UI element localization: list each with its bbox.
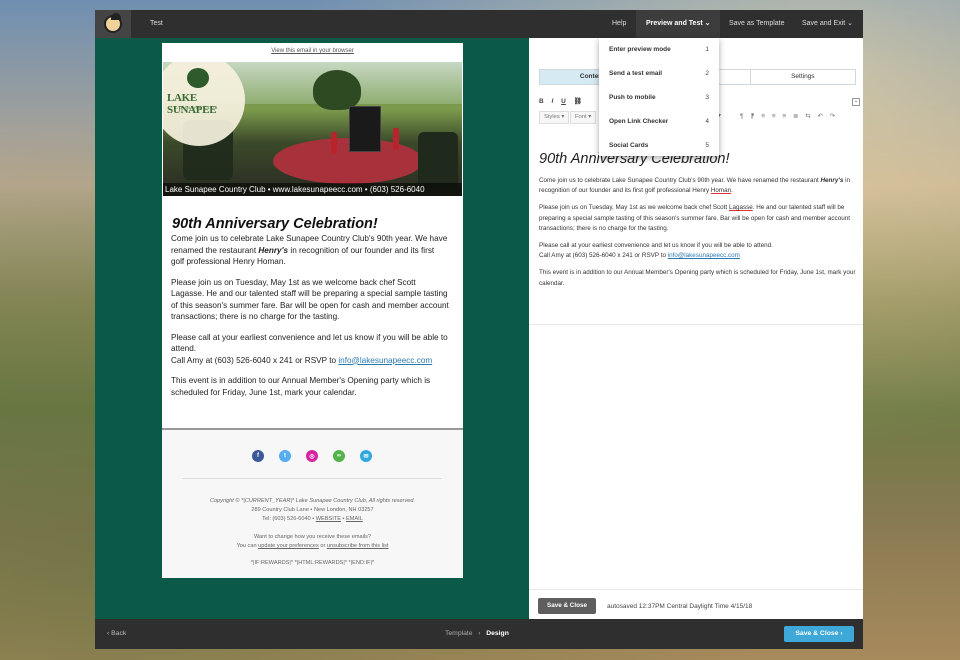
chevron-down-icon: ⌄ [847, 20, 854, 27]
link-icon[interactable]: ⛓ [574, 98, 582, 105]
paragraph-3: Please call at your earliest convenience… [171, 332, 448, 365]
underline-button[interactable]: U [561, 98, 566, 105]
save-and-exit-label: Save and Exit [802, 20, 846, 27]
autosave-status: autosaved 12:37PM Central Daylight Time … [607, 603, 753, 610]
breadcrumb: Template › Design [445, 630, 509, 637]
menu-item-open-link-checker[interactable]: Open Link Checker 4 [599, 110, 719, 134]
save-and-close-button[interactable]: Save & Close › [784, 626, 854, 642]
view-in-browser-link[interactable]: View this email in your browser [162, 43, 463, 62]
email-preview[interactable]: View this email in your browser LAKE SUN… [162, 43, 463, 578]
editor-divider [529, 324, 863, 325]
footer-text: Copyright © *|CURRENT_YEAR|* Lake Sunape… [162, 497, 463, 568]
editor-text-area[interactable]: 90th Anniversary Celebration! Come join … [539, 151, 857, 296]
email-footer[interactable]: f t ◎ ∞ ✉ Copyright © *|CURRENT_YEAR|* L… [162, 430, 463, 578]
save-close-block-button[interactable]: Save & Close [538, 598, 596, 614]
rsvp-email-link[interactable]: info@lakesunapeecc.com [338, 356, 432, 365]
italic-button[interactable]: I [552, 98, 554, 105]
menu-item-enter-preview-mode[interactable]: Enter preview mode 1 [599, 38, 719, 62]
footer-address: 289 Country Club Lane • New London, NH 0… [251, 507, 374, 514]
chevron-right-icon: › [478, 630, 481, 637]
email-builder-window: Test Help Preview and Test ⌄ Save as Tem… [95, 10, 863, 649]
help-link[interactable]: Help [604, 10, 634, 38]
menu-item-push-to-mobile[interactable]: Push to mobile 3 [599, 86, 719, 110]
paragraph-2: Please join us on Tuesday, May 1st as we… [171, 277, 449, 322]
menu-item-send-test-email[interactable]: Send a test email 2 [599, 62, 719, 86]
email-icon[interactable]: ✉ [360, 450, 372, 462]
facebook-icon[interactable]: f [252, 450, 264, 462]
format-toolbar: B I U ⛓ [539, 97, 588, 105]
save-and-exit-button[interactable]: Save and Exit ⌄ [794, 10, 861, 38]
preview-and-test-menu: Enter preview mode 1 Send a test email 2 P… [599, 38, 719, 156]
preview-and-test-button[interactable]: Preview and Test ⌄ [636, 10, 720, 38]
top-bar: Test Help Preview and Test ⌄ Save as Tem… [95, 10, 863, 38]
editor-paragraph-3: Please call at your earliest convenience… [539, 242, 773, 260]
breadcrumb-template[interactable]: Template [445, 630, 473, 637]
preview-and-test-label: Preview and Test [646, 20, 703, 27]
mailchimp-logo-icon[interactable] [95, 10, 131, 38]
font-dropdown[interactable]: Font ▾ [570, 111, 597, 124]
styles-dropdown[interactable]: Styles ▾ [539, 111, 570, 124]
editor-paragraph-4: This event is in addition to our Annual … [539, 269, 856, 287]
paragraph-1: Come join us to celebrate Lake Sunapee C… [171, 234, 448, 266]
chevron-down-icon: ⌄ [704, 20, 711, 27]
footer-preferences: You can update your preferences or unsub… [236, 542, 389, 549]
bottom-bar: ‹ Back Template › Design Save & Close › [95, 619, 863, 649]
social-icons: f t ◎ ∞ ✉ [252, 450, 372, 462]
email-body-text[interactable]: 90th Anniversary Celebration! Come join … [171, 216, 449, 407]
editor-paragraph-1: Come join us to celebrate Lake Sunapee C… [539, 177, 850, 195]
tree-icon [187, 68, 209, 88]
menu-item-social-cards[interactable]: Social Cards 5 [599, 134, 719, 158]
logo-subtitle: COUNTRY CLUB [175, 105, 219, 110]
expand-toolbar-icon[interactable]: ▪ [852, 98, 860, 106]
footer-email-link[interactable]: EMAIL [346, 516, 363, 522]
tab-settings[interactable]: Settings [751, 70, 855, 84]
footer-website-link[interactable]: WEBSITE [316, 516, 341, 522]
twitter-icon[interactable]: t [279, 450, 291, 462]
footer-divider [182, 478, 442, 479]
footer-copyright: Copyright © *|CURRENT_YEAR|* Lake Sunape… [209, 498, 416, 504]
paragraph-alignment-icons[interactable]: ¶ ⁋ ≡ ≡ ≡ ≣ ⇆ ↶ ↷ [740, 112, 838, 120]
bold-button[interactable]: B [539, 98, 544, 105]
website-link-icon[interactable]: ∞ [333, 450, 345, 462]
campaign-name[interactable]: Test [150, 20, 163, 27]
paragraph-4: This event is in addition to our Annual … [171, 376, 431, 397]
editor-paragraph-2: Please join us on Tuesday, May 1st as we… [539, 204, 850, 232]
instagram-icon[interactable]: ◎ [306, 450, 318, 462]
hero-caption: Lake Sunapee Country Club • www.lakesuna… [163, 183, 462, 196]
rewards-merge-tag: *|IF:REWARDS|* *|HTML:REWARDS|* *|END:IF… [250, 560, 375, 567]
hero-image[interactable]: LAKE SUNAPEE COUNTRY CLUB Lake Sunapee C… [163, 62, 462, 196]
back-button[interactable]: ‹ Back [107, 630, 126, 637]
logo-name: LAKE SUNAPEE [167, 92, 217, 116]
update-preferences-link[interactable]: update your preferences [258, 543, 319, 549]
footer-contact: Tel: (603) 526-6040 • WEBSITE • EMAIL [262, 516, 363, 523]
editor-rsvp-link[interactable]: info@lakesunapeecc.com [668, 252, 740, 259]
editor-save-bar: Save & Close autosaved 12:37PM Central D… [529, 589, 863, 620]
footer-change-question: Want to change how you receive these ema… [253, 533, 371, 540]
email-heading: 90th Anniversary Celebration! [172, 216, 378, 232]
unsubscribe-link[interactable]: unsubscribe from this list [327, 543, 389, 549]
save-as-template-button[interactable]: Save as Template [721, 10, 793, 38]
breadcrumb-design: Design [486, 630, 509, 637]
